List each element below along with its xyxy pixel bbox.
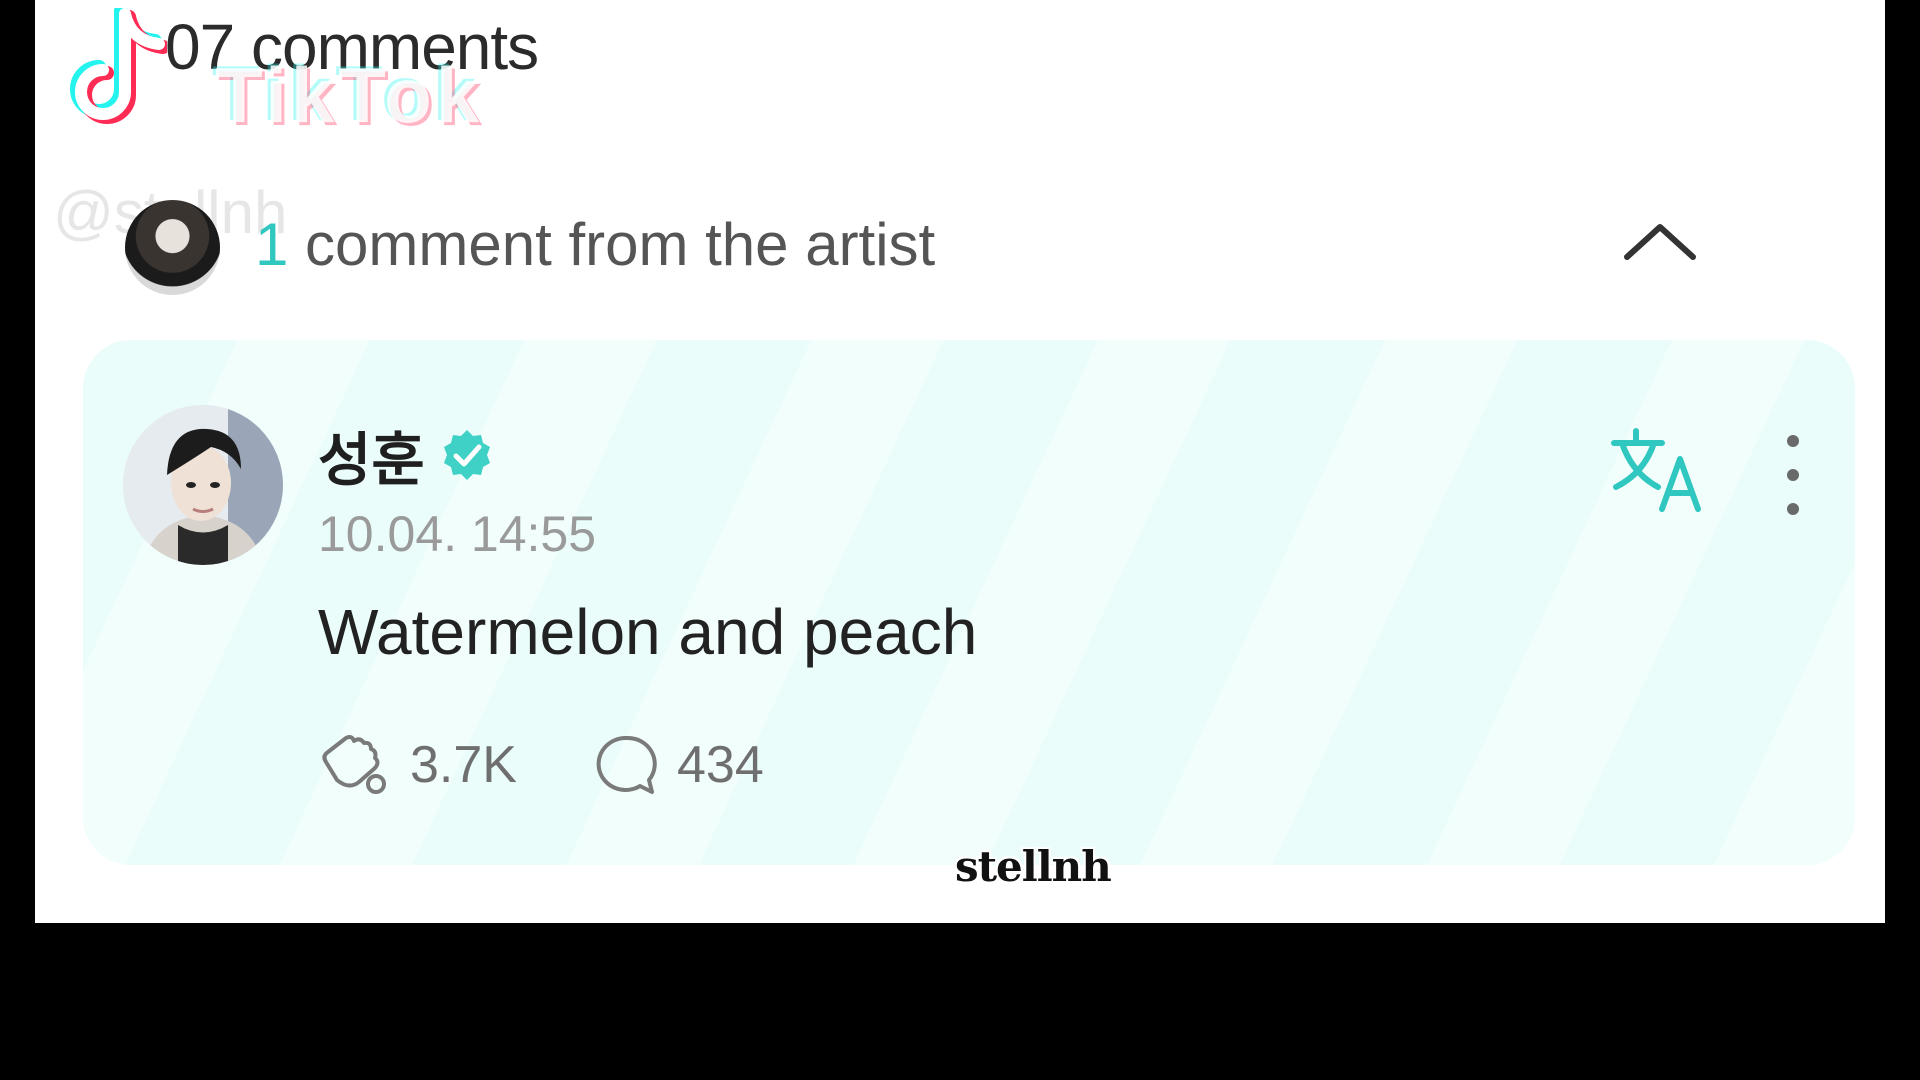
creator-watermark: stellnh [955, 842, 1112, 891]
cheer-hands-icon [322, 735, 386, 794]
comment-author-name[interactable]: 성훈 [318, 413, 425, 497]
artist-comments-label: 1 comment from the artist [255, 210, 935, 279]
translate-icon[interactable] [1608, 425, 1708, 515]
artist-comment-card: 성훈 10.04. 14:55 Watermelon and peach 3.7… [83, 340, 1855, 865]
avatar-portrait [123, 405, 283, 565]
cheer-count: 3.7K [410, 736, 517, 794]
comments-panel: 07 comments TikTok @stellnh 1 comment fr… [35, 0, 1885, 923]
comment-author-row: 성훈 [318, 420, 495, 493]
tiktok-watermark-text: TikTok [215, 51, 484, 139]
artist-comments-count: 1 [255, 211, 289, 278]
avatar[interactable] [123, 405, 283, 565]
comment-body: Watermelon and peach [318, 596, 978, 668]
artist-comments-text: comment from the artist [305, 211, 936, 278]
reply-button[interactable]: 434 [593, 725, 764, 805]
speech-bubble-icon [596, 735, 657, 794]
chevron-up-icon[interactable] [1615, 205, 1705, 275]
tiktok-logo-icon [70, 8, 167, 124]
artist-comments-header[interactable]: 1 comment from the artist [125, 190, 1885, 295]
reply-count: 434 [677, 736, 764, 794]
comment-timestamp: 10.04. 14:55 [318, 506, 597, 562]
more-vertical-icon[interactable] [1773, 425, 1813, 525]
verified-badge-icon [443, 430, 490, 480]
artist-mini-avatar [125, 200, 220, 295]
cheer-button[interactable]: 3.7K [318, 725, 517, 805]
